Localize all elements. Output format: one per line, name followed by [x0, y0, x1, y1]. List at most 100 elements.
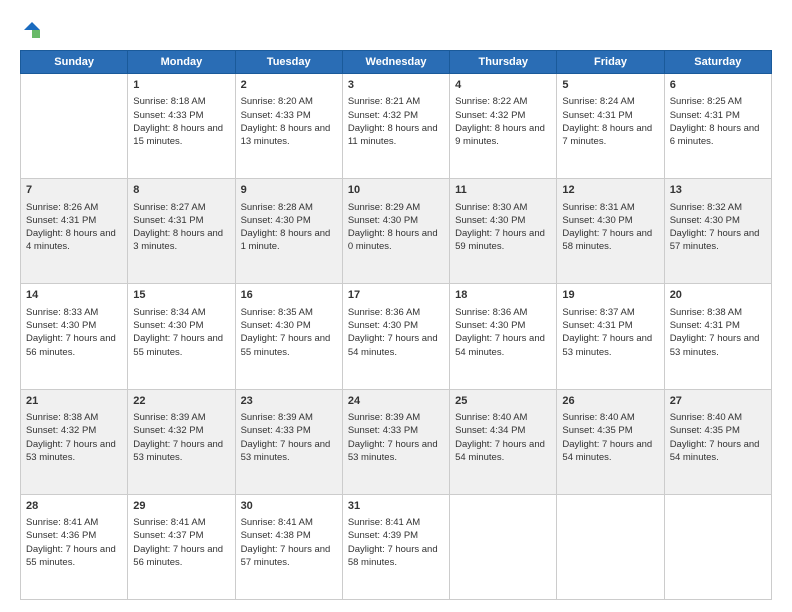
sunrise-text: Sunrise: 8:40 AM	[670, 412, 742, 423]
calendar-cell: 16Sunrise: 8:35 AMSunset: 4:30 PMDayligh…	[235, 284, 342, 389]
calendar-cell: 11Sunrise: 8:30 AMSunset: 4:30 PMDayligh…	[450, 179, 557, 284]
sunset-text: Sunset: 4:30 PM	[26, 320, 96, 331]
daylight-text: Daylight: 8 hours and 4 minutes.	[26, 228, 116, 252]
sunset-text: Sunset: 4:32 PM	[455, 110, 525, 121]
calendar-cell: 5Sunrise: 8:24 AMSunset: 4:31 PMDaylight…	[557, 74, 664, 179]
day-number: 31	[348, 499, 444, 514]
sunrise-text: Sunrise: 8:34 AM	[133, 307, 205, 318]
daylight-text: Daylight: 7 hours and 53 minutes.	[133, 439, 223, 463]
day-number: 20	[670, 288, 766, 303]
sunset-text: Sunset: 4:34 PM	[455, 425, 525, 436]
calendar-cell: 20 Sunrise: 8:38 AM Sunset: 4:31 PM Dayligh…	[664, 284, 771, 389]
sunrise-text: Sunrise: 8:18 AM	[133, 96, 205, 107]
daylight-text: Daylight: 8 hours and 0 minutes.	[348, 228, 438, 252]
calendar-cell: 25Sunrise: 8:40 AMSunset: 4:34 PMDayligh…	[450, 389, 557, 494]
sunset-text: Sunset: 4:30 PM	[670, 215, 740, 226]
day-number: 10	[348, 183, 444, 198]
daylight-text: Daylight: 7 hours and 56 minutes.	[133, 544, 223, 568]
sunrise-text: Sunrise: 8:20 AM	[241, 96, 313, 107]
day-number: 11	[455, 183, 551, 198]
header-friday: Friday	[557, 51, 664, 74]
calendar-cell: 15Sunrise: 8:34 AMSunset: 4:30 PMDayligh…	[128, 284, 235, 389]
header-tuesday: Tuesday	[235, 51, 342, 74]
daylight-text: Daylight: 7 hours and 53 minutes.	[562, 333, 652, 357]
calendar-cell: 14Sunrise: 8:33 AMSunset: 4:30 PMDayligh…	[21, 284, 128, 389]
calendar-cell: 22Sunrise: 8:39 AMSunset: 4:32 PMDayligh…	[128, 389, 235, 494]
sunset-text: Sunset: 4:35 PM	[562, 425, 632, 436]
daylight-text: Daylight: 8 hours and 1 minute.	[241, 228, 331, 252]
sunset-text: Sunset: 4:30 PM	[455, 215, 525, 226]
daylight-text: Daylight: 7 hours and 54 minutes.	[562, 439, 652, 463]
day-number: 6	[670, 78, 766, 93]
calendar-week-row: 21Sunrise: 8:38 AMSunset: 4:32 PMDayligh…	[21, 389, 772, 494]
sunset-text: Sunset: 4:30 PM	[348, 215, 418, 226]
day-number: 9	[241, 183, 337, 198]
sunset-text: Sunset: 4:35 PM	[670, 425, 740, 436]
daylight-text: Daylight: 7 hours and 58 minutes.	[562, 228, 652, 252]
sunrise-text: Sunrise: 8:36 AM	[455, 307, 527, 318]
daylight-text: Daylight: 7 hours and 54 minutes.	[670, 439, 760, 463]
calendar-cell: 8Sunrise: 8:27 AMSunset: 4:31 PMDaylight…	[128, 179, 235, 284]
day-number: 2	[241, 78, 337, 93]
sunrise-text: Sunrise: 8:25 AM	[670, 96, 742, 107]
daylight-text: Daylight: 7 hours and 55 minutes.	[241, 333, 331, 357]
sunset-text: Sunset: 4:36 PM	[26, 530, 96, 541]
daylight-text: Daylight: 7 hours and 58 minutes.	[348, 544, 438, 568]
sunrise-text: Sunrise: 8:35 AM	[241, 307, 313, 318]
sunrise-text: Sunrise: 8:41 AM	[241, 517, 313, 528]
calendar-cell: 23Sunrise: 8:39 AMSunset: 4:33 PMDayligh…	[235, 389, 342, 494]
day-number: 27	[670, 394, 766, 409]
calendar-cell: 12 Sunrise: 8:31 AM Sunset: 4:30 PM Dayligh…	[557, 179, 664, 284]
day-number: 5	[562, 78, 658, 93]
sunrise-text: Sunrise: 8:37 AM	[562, 307, 634, 318]
sunset-text: Sunset: 4:31 PM	[670, 320, 740, 331]
sunset-text: Sunset: 4:30 PM	[562, 215, 632, 226]
sunrise-text: Sunrise: 8:31 AM	[562, 202, 634, 213]
day-number: 15	[133, 288, 229, 303]
header-thursday: Thursday	[450, 51, 557, 74]
day-number: 4	[455, 78, 551, 93]
day-number: 29	[133, 499, 229, 514]
calendar-cell: 27 Sunrise: 8:40 AM Sunset: 4:35 PM Dayligh…	[664, 389, 771, 494]
calendar-cell	[557, 494, 664, 599]
calendar-cell: 9Sunrise: 8:28 AMSunset: 4:30 PMDaylight…	[235, 179, 342, 284]
daylight-text: Daylight: 8 hours and 15 minutes.	[133, 123, 223, 147]
weekday-header-row: Sunday Monday Tuesday Wednesday Thursday…	[21, 51, 772, 74]
calendar-cell: 7Sunrise: 8:26 AMSunset: 4:31 PMDaylight…	[21, 179, 128, 284]
sunset-text: Sunset: 4:33 PM	[241, 110, 311, 121]
daylight-text: Daylight: 7 hours and 54 minutes.	[455, 333, 545, 357]
sunset-text: Sunset: 4:39 PM	[348, 530, 418, 541]
sunset-text: Sunset: 4:38 PM	[241, 530, 311, 541]
sunrise-text: Sunrise: 8:33 AM	[26, 307, 98, 318]
calendar-cell: 21Sunrise: 8:38 AMSunset: 4:32 PMDayligh…	[21, 389, 128, 494]
sunset-text: Sunset: 4:31 PM	[133, 215, 203, 226]
day-number: 28	[26, 499, 122, 514]
sunrise-text: Sunrise: 8:38 AM	[670, 307, 742, 318]
sunrise-text: Sunrise: 8:27 AM	[133, 202, 205, 213]
daylight-text: Daylight: 7 hours and 56 minutes.	[26, 333, 116, 357]
sunrise-text: Sunrise: 8:26 AM	[26, 202, 98, 213]
day-number: 22	[133, 394, 229, 409]
sunset-text: Sunset: 4:31 PM	[562, 110, 632, 121]
daylight-text: Daylight: 7 hours and 53 minutes.	[26, 439, 116, 463]
header	[20, 16, 772, 40]
header-monday: Monday	[128, 51, 235, 74]
sunset-text: Sunset: 4:30 PM	[348, 320, 418, 331]
sunset-text: Sunset: 4:37 PM	[133, 530, 203, 541]
calendar-week-row: 1Sunrise: 8:18 AMSunset: 4:33 PMDaylight…	[21, 74, 772, 179]
sunrise-text: Sunrise: 8:21 AM	[348, 96, 420, 107]
calendar-cell: 17Sunrise: 8:36 AMSunset: 4:30 PMDayligh…	[342, 284, 449, 389]
calendar-cell	[21, 74, 128, 179]
daylight-text: Daylight: 7 hours and 53 minutes.	[241, 439, 331, 463]
daylight-text: Daylight: 7 hours and 53 minutes.	[670, 333, 760, 357]
daylight-text: Daylight: 7 hours and 54 minutes.	[348, 333, 438, 357]
calendar-cell: 1Sunrise: 8:18 AMSunset: 4:33 PMDaylight…	[128, 74, 235, 179]
sunrise-text: Sunrise: 8:28 AM	[241, 202, 313, 213]
header-sunday: Sunday	[21, 51, 128, 74]
day-number: 12	[562, 183, 658, 198]
daylight-text: Daylight: 7 hours and 54 minutes.	[455, 439, 545, 463]
day-number: 16	[241, 288, 337, 303]
sunset-text: Sunset: 4:30 PM	[133, 320, 203, 331]
calendar-cell: 6Sunrise: 8:25 AMSunset: 4:31 PMDaylight…	[664, 74, 771, 179]
header-saturday: Saturday	[664, 51, 771, 74]
